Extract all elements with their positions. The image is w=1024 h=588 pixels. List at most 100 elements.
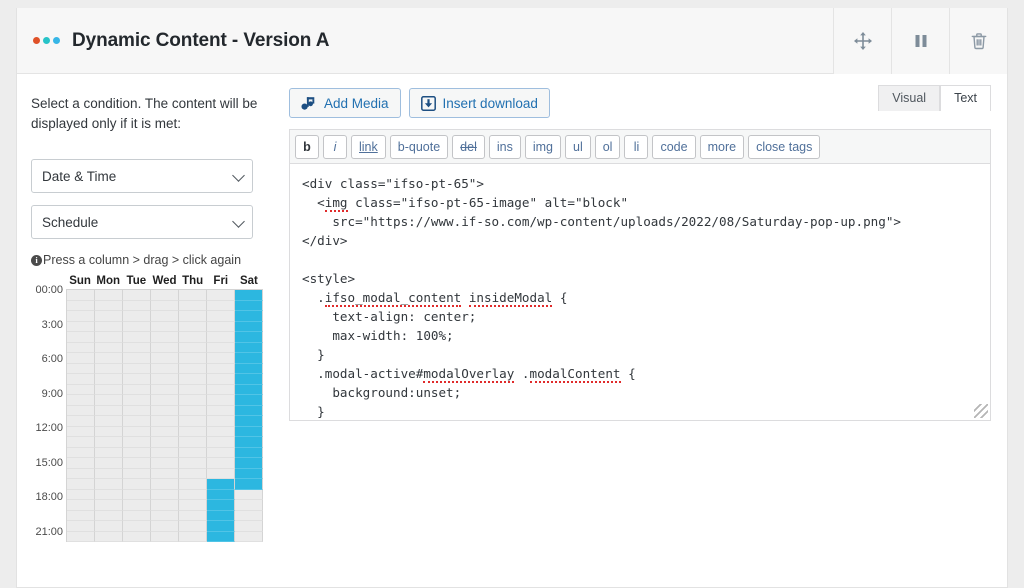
schedule-cell[interactable] xyxy=(67,521,95,532)
schedule-cell[interactable] xyxy=(235,468,263,480)
schedule-cell[interactable] xyxy=(123,395,151,406)
schedule-cell[interactable] xyxy=(235,510,263,522)
schedule-cell[interactable] xyxy=(235,416,263,427)
schedule-cell[interactable] xyxy=(95,374,123,385)
schedule-cell[interactable] xyxy=(95,500,123,511)
schedule-day-column[interactable] xyxy=(151,290,179,543)
schedule-cell[interactable] xyxy=(179,437,207,448)
schedule-cell[interactable] xyxy=(67,374,95,385)
quicktag-b-quote[interactable]: b-quote xyxy=(389,135,449,159)
quicktag-img[interactable]: img xyxy=(524,135,561,159)
schedule-cell[interactable] xyxy=(123,500,151,511)
schedule-cell[interactable] xyxy=(123,332,151,343)
schedule-cell[interactable] xyxy=(235,374,263,385)
schedule-cell[interactable] xyxy=(67,321,95,333)
schedule-cell[interactable] xyxy=(67,468,95,480)
schedule-cell[interactable] xyxy=(123,290,151,301)
schedule-cell[interactable] xyxy=(207,363,235,375)
schedule-cell[interactable] xyxy=(151,447,179,459)
schedule-cell[interactable] xyxy=(235,353,263,364)
schedule-cell[interactable] xyxy=(95,426,123,438)
schedule-cell[interactable] xyxy=(151,416,179,427)
schedule-day-column[interactable] xyxy=(235,290,263,543)
editor-mode-tabs[interactable]: Visual Text xyxy=(878,85,991,111)
schedule-cell[interactable] xyxy=(123,521,151,532)
schedule-cell[interactable] xyxy=(123,374,151,385)
tab-visual[interactable]: Visual xyxy=(878,85,941,111)
schedule-cell[interactable] xyxy=(123,321,151,333)
schedule-cell[interactable] xyxy=(123,363,151,375)
schedule-day-column[interactable] xyxy=(123,290,151,543)
schedule-cell[interactable] xyxy=(151,300,179,312)
schedule-cell[interactable] xyxy=(151,437,179,448)
move-button[interactable] xyxy=(833,7,891,74)
schedule-cell[interactable] xyxy=(95,447,123,459)
quicktag-more[interactable]: more xyxy=(699,135,745,159)
schedule-cell[interactable] xyxy=(151,405,179,417)
schedule-cell[interactable] xyxy=(151,290,179,301)
insert-download-button[interactable]: Insert download xyxy=(408,88,550,118)
schedule-cell[interactable] xyxy=(207,395,235,406)
schedule-cell[interactable] xyxy=(123,479,151,490)
schedule-cell[interactable] xyxy=(207,384,235,396)
schedule-cell[interactable] xyxy=(207,447,235,459)
schedule-cell[interactable] xyxy=(95,363,123,375)
quicktag-ins[interactable]: ins xyxy=(488,135,521,159)
schedule-cell[interactable] xyxy=(179,510,207,522)
schedule-cell[interactable] xyxy=(95,489,123,501)
schedule-cell[interactable] xyxy=(207,489,235,501)
schedule-cell[interactable] xyxy=(151,342,179,354)
schedule-cell[interactable] xyxy=(207,416,235,427)
schedule-cell[interactable] xyxy=(67,342,95,354)
schedule-cell[interactable] xyxy=(151,500,179,511)
schedule-cell[interactable] xyxy=(151,531,179,543)
schedule-cell[interactable] xyxy=(207,510,235,522)
schedule-cell[interactable] xyxy=(95,521,123,532)
schedule-cell[interactable] xyxy=(95,395,123,406)
schedule-cell[interactable] xyxy=(123,300,151,312)
schedule-cell[interactable] xyxy=(123,353,151,364)
schedule-cell[interactable] xyxy=(207,405,235,417)
quicktag-ol[interactable]: ol xyxy=(594,135,621,159)
schedule-cell[interactable] xyxy=(179,353,207,364)
schedule-cell[interactable] xyxy=(95,531,123,543)
schedule-cell[interactable] xyxy=(123,342,151,354)
schedule-cell[interactable] xyxy=(207,458,235,469)
schedule-cell[interactable] xyxy=(235,290,263,301)
schedule-cell[interactable] xyxy=(123,426,151,438)
schedule-cell[interactable] xyxy=(67,531,95,543)
schedule-cell[interactable] xyxy=(151,395,179,406)
resize-handle[interactable] xyxy=(974,404,988,418)
schedule-cell[interactable] xyxy=(235,437,263,448)
schedule-cell[interactable] xyxy=(95,458,123,469)
schedule-cell[interactable] xyxy=(95,342,123,354)
schedule-cell[interactable] xyxy=(207,321,235,333)
quicktag-code[interactable]: code xyxy=(652,135,696,159)
schedule-cell[interactable] xyxy=(95,510,123,522)
schedule-cell[interactable] xyxy=(67,363,95,375)
schedule-cell[interactable] xyxy=(67,447,95,459)
schedule-cell[interactable] xyxy=(235,300,263,312)
delete-button[interactable] xyxy=(949,7,1007,74)
schedule-cell[interactable] xyxy=(179,405,207,417)
schedule-cell[interactable] xyxy=(179,342,207,354)
quicktags-toolbar[interactable]: b i link b-quote del ins img ul ol li code more clos… xyxy=(289,129,991,163)
schedule-cell[interactable] xyxy=(179,363,207,375)
schedule-cell[interactable] xyxy=(207,479,235,490)
schedule-grid[interactable]: Sun Mon Tue Wed Thu Fri Sat 00:00 3:00 6:00 9:00 1… xyxy=(31,275,263,543)
schedule-cells[interactable] xyxy=(66,289,263,543)
schedule-cell[interactable] xyxy=(95,468,123,480)
schedule-cell[interactable] xyxy=(95,290,123,301)
condition-select[interactable]: Date & Time xyxy=(31,159,253,194)
subcondition-select[interactable]: Schedule xyxy=(31,205,253,240)
schedule-cell[interactable] xyxy=(179,447,207,459)
quicktag-li[interactable]: li xyxy=(624,135,649,159)
schedule-cell[interactable] xyxy=(179,458,207,469)
schedule-cell[interactable] xyxy=(151,458,179,469)
schedule-cell[interactable] xyxy=(151,321,179,333)
schedule-cell[interactable] xyxy=(67,479,95,490)
schedule-cell[interactable] xyxy=(179,468,207,480)
quicktag-ul[interactable]: ul xyxy=(565,135,591,159)
schedule-cell[interactable] xyxy=(67,426,95,438)
schedule-cell[interactable] xyxy=(235,521,263,532)
